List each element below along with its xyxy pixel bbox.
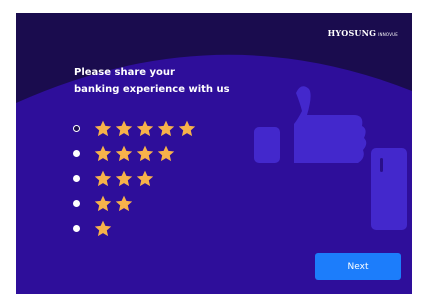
rating-option-2-stars[interactable] [73,191,233,216]
star-group [94,120,196,137]
star-icon [136,145,154,162]
star-icon [115,170,133,187]
star-icon [157,145,175,162]
star-icon [157,120,175,137]
star-icon [115,120,133,137]
rating-option-4-stars[interactable] [73,141,233,166]
survey-prompt: Please share your banking experience wit… [74,64,274,98]
star-group [94,170,154,187]
star-icon [115,195,133,212]
star-icon [136,120,154,137]
star-group [94,220,112,237]
star-group [94,195,133,212]
star-icon [94,220,112,237]
logo-subtext: INNOVUE [378,32,398,37]
rating-radio[interactable] [73,150,80,157]
rating-radio[interactable] [73,125,80,132]
star-icon [94,170,112,187]
rating-options [73,116,233,241]
star-icon [136,170,154,187]
next-button[interactable]: Next [315,253,401,280]
logo-text: HYOSUNG [327,28,377,38]
rating-option-1-stars[interactable] [73,216,233,241]
prompt-line-1: Please share your [74,67,175,78]
star-icon [94,120,112,137]
star-icon [94,195,112,212]
star-icon [115,145,133,162]
prompt-line-2: banking experience with us [74,84,230,95]
star-icon [178,120,196,137]
rating-option-3-stars[interactable] [73,166,233,191]
rating-radio[interactable] [73,175,80,182]
star-group [94,145,175,162]
rating-radio[interactable] [73,200,80,207]
survey-screen: HYOSUNG INNOVUE Please share your banking… [16,13,412,294]
hyosung-logo: HYOSUNG INNOVUE [328,28,398,38]
thumb-cuff-icon [371,148,407,230]
rating-option-5-stars[interactable] [73,116,233,141]
rating-radio[interactable] [73,225,80,232]
star-icon [94,145,112,162]
